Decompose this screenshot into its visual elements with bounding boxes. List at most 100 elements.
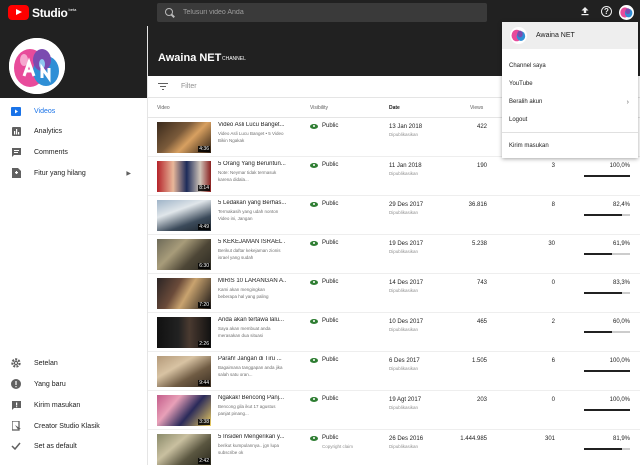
video-title[interactable]: Anda akan tertawa lalu... — [218, 317, 286, 323]
analytics-icon — [11, 126, 21, 136]
comments-count: 3 — [551, 163, 555, 169]
upload-icon[interactable] — [578, 6, 592, 20]
video-thumbnail[interactable]: 2:26 — [157, 317, 211, 348]
publish-date: 19 Des 2017 — [389, 241, 424, 247]
youtube-play-icon — [8, 5, 29, 20]
channel-avatar[interactable] — [9, 38, 65, 94]
search-bar[interactable] — [157, 3, 487, 22]
column-header-views[interactable]: Views — [470, 105, 483, 111]
video-duration: 3:38 — [198, 419, 210, 425]
menu-item-label: Kirim masukan — [509, 143, 549, 149]
video-thumbnail[interactable]: 3:38 — [157, 395, 211, 426]
video-description: Berikut daftar kekejaman zionis israel y… — [218, 248, 281, 260]
menu-item-logout[interactable]: Logout — [502, 111, 638, 129]
table-row[interactable]: 2:26 Anda akan tertawa lalu... Saya akan m… — [148, 313, 640, 352]
publish-date: 29 Des 2017 — [389, 202, 424, 208]
video-title[interactable]: Video Asli Lucu Banget... — [218, 122, 286, 128]
filter-input[interactable]: Filter — [181, 83, 197, 90]
sidebar-item-classic-studio[interactable]: Creator Studio Klasik — [0, 416, 147, 436]
sidebar-item-missing-features[interactable]: Fitur yang hilang ▶ — [0, 163, 147, 183]
video-title[interactable]: MIRIS 10 LARANGAN A... — [218, 278, 286, 284]
visibility-status[interactable]: Public — [310, 357, 338, 363]
eye-icon — [310, 279, 318, 285]
search-input[interactable] — [183, 9, 463, 16]
video-title[interactable]: 5 Insiden Mengerikan y... — [218, 434, 286, 440]
chevron-right-icon: › — [626, 98, 629, 106]
column-header-date[interactable]: Date — [389, 105, 400, 111]
likes-percent: 100,0% — [609, 397, 630, 403]
column-header-video[interactable]: Video — [157, 105, 170, 111]
visibility-status[interactable]: Public — [310, 201, 338, 207]
video-title[interactable]: Ngakak! Bencong Panj... — [218, 395, 286, 401]
video-duration: 6:30 — [198, 263, 210, 269]
video-title[interactable]: 5 Orang Yang Beruntun... — [218, 161, 286, 167]
visibility-status[interactable]: Public — [310, 435, 338, 441]
menu-item-my-channel[interactable]: Channel saya — [502, 57, 638, 75]
sidebar-item-videos[interactable]: Videos — [0, 101, 147, 121]
search-icon[interactable] — [163, 6, 177, 20]
video-title[interactable]: 5 Ledakan yang Berhas... — [218, 200, 286, 206]
logo-text: Studio — [32, 5, 68, 20]
video-title[interactable]: 5 KEKEJAMAN ISRAEL ... — [218, 239, 286, 245]
youtube-studio-logo[interactable]: Studio beta — [8, 5, 76, 20]
visibility-status[interactable]: Public — [310, 240, 338, 246]
publish-status: Dipublikasikan — [389, 366, 419, 371]
visibility-status[interactable]: Public — [310, 318, 338, 324]
visibility-status[interactable]: Public — [310, 123, 338, 129]
visibility-status[interactable]: Public — [310, 162, 338, 168]
video-thumbnail[interactable]: 4:49 — [157, 200, 211, 231]
likes-bar-fill — [584, 292, 623, 294]
help-icon[interactable]: ? — [601, 6, 612, 17]
visibility-note: Copyright claim — [322, 444, 354, 449]
video-thumbnail[interactable]: 9:44 — [157, 356, 211, 387]
views-count: 36.816 — [468, 202, 487, 208]
table-row[interactable]: 3:38 Ngakak! Bencong Panj... Bencong gila … — [148, 391, 640, 430]
video-duration: 2:26 — [198, 341, 210, 347]
comments-count: 30 — [548, 241, 555, 247]
video-thumbnail[interactable]: 8:14 — [157, 161, 211, 192]
video-description: Saya akan membuat anda merasakan dua sit… — [218, 326, 271, 338]
sidebar-item-send-feedback[interactable]: Kirim masukan — [0, 395, 147, 415]
views-count: 422 — [476, 124, 487, 130]
video-duration: 8:14 — [198, 185, 210, 191]
eye-icon — [310, 396, 318, 402]
likes-bar — [584, 214, 630, 216]
account-menu-header[interactable]: Awaina NET — [502, 22, 638, 49]
likes-bar — [584, 409, 630, 411]
filter-icon[interactable] — [158, 82, 168, 91]
views-count: 5.238 — [471, 241, 487, 247]
sidebar-item-analytics[interactable]: Analytics — [0, 121, 147, 141]
column-header-visibility[interactable]: Visibility — [310, 105, 328, 111]
video-title[interactable]: Parah! Jangan di Tiru ... — [218, 356, 286, 362]
sidebar-item-comments[interactable]: Comments — [0, 142, 147, 162]
sidebar-item-set-default[interactable]: Set as default — [0, 436, 147, 456]
video-thumbnail[interactable]: 4:36 — [157, 122, 211, 153]
account-avatar[interactable] — [619, 5, 634, 20]
views-count: 1.444.985 — [460, 436, 487, 442]
menu-divider — [502, 132, 638, 133]
sidebar-channel-header — [0, 26, 147, 98]
table-row[interactable]: 6:30 5 KEKEJAMAN ISRAEL ... Berikut daftar… — [148, 235, 640, 274]
video-thumbnail[interactable]: 6:30 — [157, 239, 211, 270]
table-row[interactable]: 8:14 5 Orang Yang Beruntun... Note: Neymar… — [148, 157, 640, 196]
balloon-logo-icon — [620, 7, 633, 18]
video-thumbnail[interactable]: 7:20 — [157, 278, 211, 309]
video-thumbnail[interactable]: 2:42 — [157, 434, 211, 465]
menu-item-send-feedback[interactable]: Kirim masukan — [502, 137, 638, 155]
eye-icon — [310, 240, 318, 246]
menu-item-youtube[interactable]: YouTube — [502, 75, 638, 93]
table-row[interactable]: 2:42 5 Insiden Mengerikan y... berikut kum… — [148, 430, 640, 465]
sidebar-item-label: Set as default — [34, 442, 77, 450]
publish-status: Dipublikasikan — [389, 249, 419, 254]
table-row[interactable]: 7:20 MIRIS 10 LARANGAN A... Kami akan meng… — [148, 274, 640, 313]
table-row[interactable]: 9:44 Parah! Jangan di Tiru ... Bagaimana t… — [148, 352, 640, 391]
sidebar-item-whats-new[interactable]: Yang baru — [0, 374, 147, 394]
visibility-status[interactable]: Public — [310, 396, 338, 402]
table-row[interactable]: 4:49 5 Ledakan yang Berhas... Termakasih y… — [148, 196, 640, 235]
sidebar-item-settings[interactable]: Setelan — [0, 353, 147, 373]
menu-item-switch-account[interactable]: Beralih akun › — [502, 93, 638, 111]
video-duration: 7:20 — [198, 302, 210, 308]
menu-item-label: Logout — [509, 117, 528, 123]
visibility-status[interactable]: Public — [310, 279, 338, 285]
likes-bar — [584, 292, 630, 294]
